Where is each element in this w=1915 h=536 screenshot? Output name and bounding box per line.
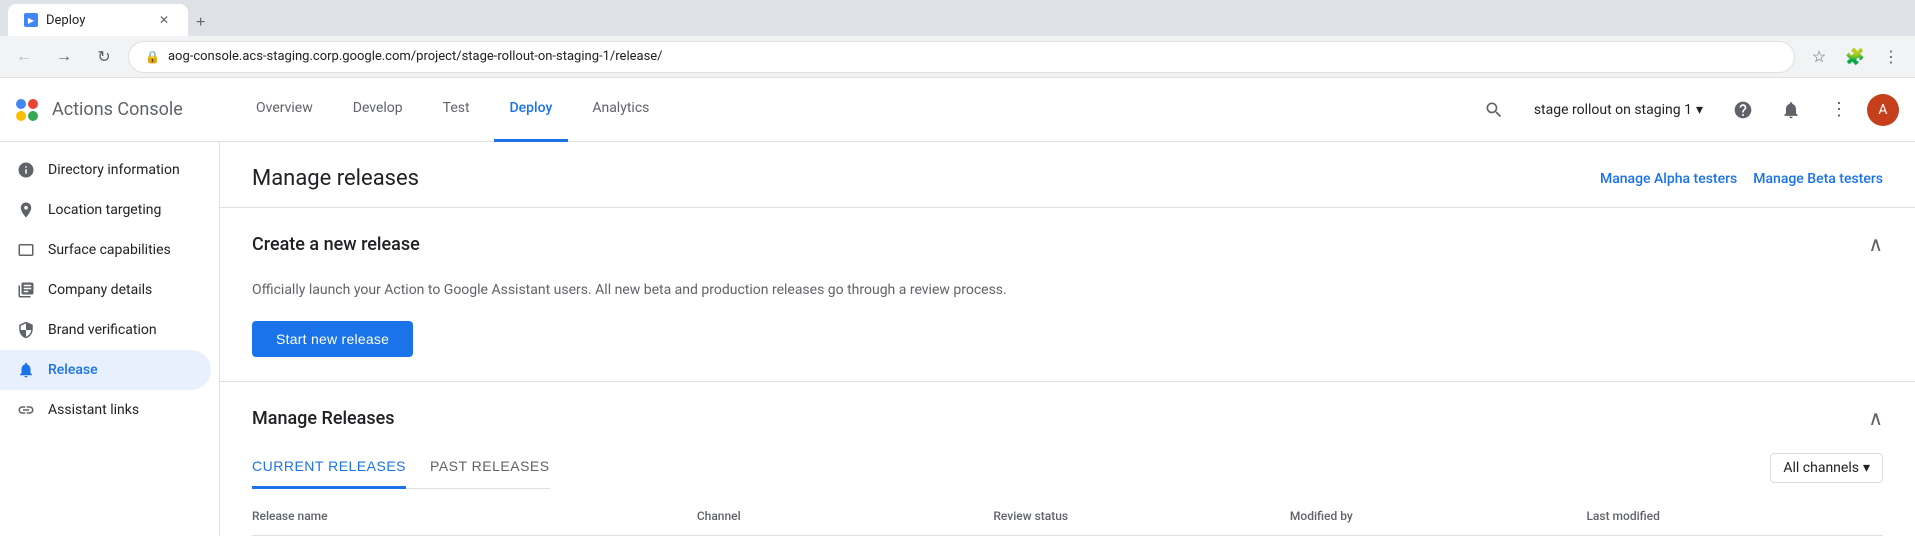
channel-selector-label: All channels — [1783, 460, 1859, 476]
top-nav: Actions Console Overview Develop Test De… — [0, 78, 1915, 142]
page-title: Manage releases — [252, 166, 419, 191]
main-layout: Directory information Location targeting… — [0, 142, 1915, 536]
forward-button[interactable]: → — [48, 41, 80, 73]
browser-controls: ← → ↻ 🔒 aog-console.acs-staging.corp.goo… — [0, 36, 1915, 78]
sidebar-item-label: Location targeting — [48, 202, 161, 218]
nav-item-deploy[interactable]: Deploy — [494, 78, 569, 142]
start-new-release-button[interactable]: Start new release — [252, 321, 413, 357]
sidebar-item-location-targeting[interactable]: Location targeting — [0, 190, 211, 230]
surface-icon — [16, 240, 36, 260]
avatar[interactable]: A — [1867, 94, 1899, 126]
lock-icon: 🔒 — [145, 50, 160, 64]
shield-icon — [16, 320, 36, 340]
top-nav-items: Overview Develop Test Deploy Analytics — [216, 78, 1474, 142]
release-icon — [16, 360, 36, 380]
logo-dot-red — [28, 99, 38, 109]
sidebar-item-label: Directory information — [48, 162, 180, 178]
tab-current-releases[interactable]: CURRENT RELEASES — [252, 446, 406, 489]
manage-releases-collapse-icon: ∧ — [1868, 406, 1883, 430]
company-icon — [16, 280, 36, 300]
nav-item-develop[interactable]: Develop — [337, 78, 419, 142]
url-text: aog-console.acs-staging.corp.google.com/… — [168, 49, 663, 64]
location-icon — [16, 200, 36, 220]
header-actions: Manage Alpha testers Manage Beta testers — [1600, 171, 1883, 187]
app-container: Actions Console Overview Develop Test De… — [0, 78, 1915, 536]
table-col-modified-by: Modified by — [1290, 509, 1587, 523]
nav-item-analytics[interactable]: Analytics — [576, 78, 665, 142]
link-icon — [16, 400, 36, 420]
table-col-last-modified: Last modified — [1586, 509, 1883, 523]
app-title: Actions Console — [52, 99, 183, 120]
project-name: stage rollout on staging 1 — [1534, 102, 1692, 118]
release-tabs: CURRENT RELEASES PAST RELEASES — [252, 446, 550, 489]
sidebar-item-brand-verification[interactable]: Brand verification — [0, 310, 211, 350]
dropdown-icon: ▾ — [1696, 102, 1703, 118]
search-button[interactable] — [1474, 90, 1514, 130]
more-button[interactable]: ⋮ — [1875, 41, 1907, 73]
info-icon — [16, 160, 36, 180]
nav-item-test[interactable]: Test — [427, 78, 486, 142]
page-header: Manage releases Manage Alpha testers Man… — [220, 142, 1915, 208]
create-release-title: Create a new release — [252, 234, 420, 255]
help-button[interactable] — [1723, 90, 1763, 130]
section-header[interactable]: Create a new release ∧ — [220, 208, 1915, 280]
tab-favicon: ▶ — [24, 13, 38, 27]
browser-action-buttons: ☆ 🧩 ⋮ — [1803, 41, 1907, 73]
manage-beta-testers-link[interactable]: Manage Beta testers — [1753, 171, 1883, 187]
section-body: Officially launch your Action to Google … — [220, 280, 1915, 381]
sidebar: Directory information Location targeting… — [0, 142, 220, 536]
sidebar-item-label: Brand verification — [48, 322, 157, 338]
create-release-section: Create a new release ∧ Officially launch… — [220, 208, 1915, 382]
section-collapse-icon: ∧ — [1868, 232, 1883, 256]
sidebar-item-directory-information[interactable]: Directory information — [0, 150, 211, 190]
table-col-channel: Channel — [697, 509, 994, 523]
tab-past-releases[interactable]: PAST RELEASES — [430, 446, 550, 489]
logo-dot-green — [28, 111, 38, 121]
active-tab[interactable]: ▶ Deploy ✕ — [8, 4, 188, 36]
bookmark-button[interactable]: ☆ — [1803, 41, 1835, 73]
sidebar-item-label: Company details — [48, 282, 152, 298]
channel-dropdown-icon: ▾ — [1863, 460, 1870, 476]
address-bar[interactable]: 🔒 aog-console.acs-staging.corp.google.co… — [128, 41, 1795, 73]
table-col-review-status: Review status — [993, 509, 1290, 523]
nav-right-actions: stage rollout on staging 1 ▾ ⋮ A — [1474, 90, 1899, 130]
manage-releases-title: Manage Releases — [252, 408, 395, 429]
more-options-button[interactable]: ⋮ — [1819, 90, 1859, 130]
tab-close-button[interactable]: ✕ — [156, 12, 172, 28]
sidebar-item-surface-capabilities[interactable]: Surface capabilities — [0, 230, 211, 270]
logo-dot-blue — [16, 99, 26, 109]
logo-area: Actions Console — [16, 99, 216, 121]
reload-button[interactable]: ↻ — [88, 41, 120, 73]
table-col-release-name: Release name — [252, 509, 697, 523]
nav-item-overview[interactable]: Overview — [240, 78, 329, 142]
sidebar-item-label: Surface capabilities — [48, 242, 171, 258]
project-selector[interactable]: stage rollout on staging 1 ▾ — [1522, 96, 1715, 124]
back-button[interactable]: ← — [8, 41, 40, 73]
manage-releases-section: Manage Releases ∧ CURRENT RELEASES PAST … — [220, 382, 1915, 536]
sidebar-item-company-details[interactable]: Company details — [0, 270, 211, 310]
manage-alpha-testers-link[interactable]: Manage Alpha testers — [1600, 171, 1737, 187]
notifications-button[interactable] — [1771, 90, 1811, 130]
table-header: Release name Channel Review status Modif… — [252, 497, 1883, 536]
sidebar-item-assistant-links[interactable]: Assistant links — [0, 390, 211, 430]
manage-releases-header: Manage Releases ∧ — [252, 406, 1883, 430]
new-tab-button[interactable]: + — [192, 10, 209, 36]
tab-row: CURRENT RELEASES PAST RELEASES All chann… — [252, 446, 1883, 489]
logo-dot-yellow — [16, 111, 26, 121]
main-content: Manage releases Manage Alpha testers Man… — [220, 142, 1915, 536]
create-release-description: Officially launch your Action to Google … — [252, 280, 1883, 301]
sidebar-item-release[interactable]: Release — [0, 350, 211, 390]
channel-selector[interactable]: All channels ▾ — [1770, 453, 1883, 483]
tab-title: Deploy — [46, 13, 85, 28]
sidebar-item-label: Assistant links — [48, 402, 139, 418]
extensions-button[interactable]: 🧩 — [1839, 41, 1871, 73]
browser-tab-bar: ▶ Deploy ✕ + — [0, 0, 1915, 36]
google-logo — [16, 99, 38, 121]
sidebar-item-label: Release — [48, 362, 98, 378]
